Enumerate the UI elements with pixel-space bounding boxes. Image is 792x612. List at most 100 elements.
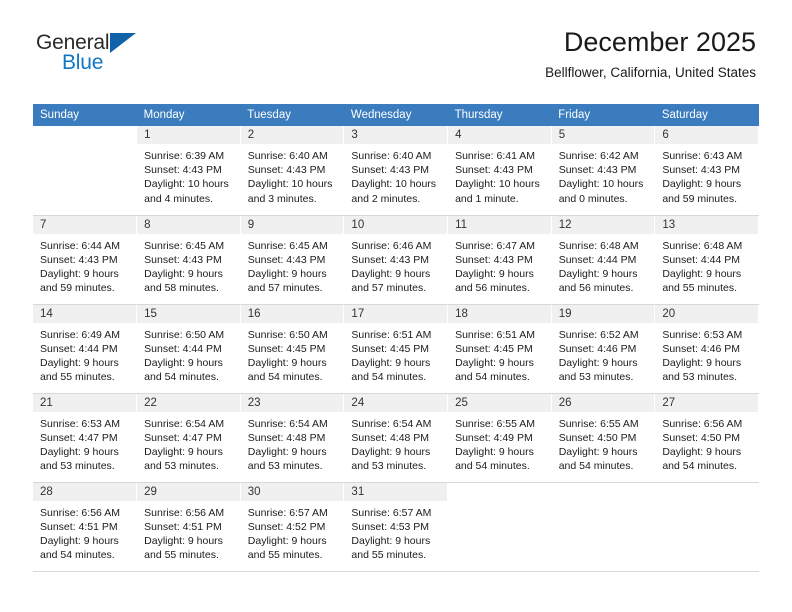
day-details: Sunrise: 6:45 AM Sunset: 4:43 PM Dayligh… <box>137 234 240 296</box>
day-cell[interactable]: 23 Sunrise: 6:54 AM Sunset: 4:48 PM Dayl… <box>240 393 345 483</box>
day-cell[interactable]: 27 Sunrise: 6:56 AM Sunset: 4:50 PM Dayl… <box>654 393 759 483</box>
daylight-text-line2: and 53 minutes. <box>144 460 219 473</box>
sunrise-text: Sunrise: 6:54 AM <box>351 417 432 430</box>
weekday-header-sunday: Sunday <box>33 104 137 126</box>
day-cell[interactable]: 5 Sunrise: 6:42 AM Sunset: 4:43 PM Dayli… <box>551 126 656 216</box>
sunrise-text: Sunrise: 6:56 AM <box>144 506 225 519</box>
sunrise-text: Sunrise: 6:54 AM <box>144 417 225 430</box>
daylight-text-line1: Daylight: 9 hours <box>247 445 327 458</box>
sunset-text: Sunset: 4:45 PM <box>247 342 326 355</box>
daylight-text-line2: and 54 minutes. <box>455 371 530 384</box>
day-cell[interactable]: 10 Sunrise: 6:46 AM Sunset: 4:43 PM Dayl… <box>343 215 449 305</box>
sunset-text: Sunset: 4:50 PM <box>558 431 637 444</box>
day-number: 27 <box>655 393 758 412</box>
day-cell[interactable]: 1 Sunrise: 6:39 AM Sunset: 4:43 PM Dayli… <box>136 126 241 216</box>
weekday-header-tuesday: Tuesday <box>240 104 344 126</box>
sunrise-text: Sunrise: 6:53 AM <box>662 328 743 341</box>
day-details: Sunrise: 6:40 AM Sunset: 4:43 PM Dayligh… <box>344 144 447 206</box>
day-number: 8 <box>137 215 240 234</box>
day-details: Sunrise: 6:53 AM Sunset: 4:46 PM Dayligh… <box>655 323 758 385</box>
daylight-text-line2: and 53 minutes. <box>662 371 738 384</box>
daylight-text-line1: Daylight: 9 hours <box>351 356 431 369</box>
day-cell[interactable]: 9 Sunrise: 6:45 AM Sunset: 4:43 PM Dayli… <box>240 215 345 305</box>
day-cell[interactable]: 18 Sunrise: 6:51 AM Sunset: 4:45 PM Dayl… <box>447 304 552 394</box>
day-number: 28 <box>33 482 137 501</box>
sunrise-text: Sunrise: 6:40 AM <box>351 150 432 162</box>
day-number: 24 <box>344 393 448 412</box>
sunrise-text: Sunrise: 6:48 AM <box>662 239 743 252</box>
brand-logo[interactable]: General Blue <box>36 32 156 80</box>
day-cell[interactable]: 6 Sunrise: 6:43 AM Sunset: 4:43 PM Dayli… <box>654 126 759 216</box>
daylight-text-line2: and 57 minutes. <box>247 282 323 295</box>
sunrise-text: Sunrise: 6:46 AM <box>351 239 432 252</box>
daylight-text-line1: Daylight: 9 hours <box>351 534 431 547</box>
sunset-text: Sunset: 4:43 PM <box>144 164 222 177</box>
day-cell[interactable]: 15 Sunrise: 6:50 AM Sunset: 4:44 PM Dayl… <box>136 304 241 394</box>
daylight-text-line2: and 55 minutes. <box>351 549 427 562</box>
day-details: Sunrise: 6:52 AM Sunset: 4:46 PM Dayligh… <box>552 323 655 385</box>
day-cell[interactable]: 12 Sunrise: 6:48 AM Sunset: 4:44 PM Dayl… <box>551 215 656 305</box>
day-details: Sunrise: 6:56 AM Sunset: 4:51 PM Dayligh… <box>137 501 240 563</box>
day-cell[interactable]: 16 Sunrise: 6:50 AM Sunset: 4:45 PM Dayl… <box>240 304 345 394</box>
day-details: Sunrise: 6:41 AM Sunset: 4:43 PM Dayligh… <box>448 144 551 206</box>
day-details: Sunrise: 6:50 AM Sunset: 4:44 PM Dayligh… <box>137 323 240 385</box>
day-cell[interactable]: 28 Sunrise: 6:56 AM Sunset: 4:51 PM Dayl… <box>33 482 138 572</box>
brand-name-general: General <box>36 31 110 54</box>
daylight-text-line2: and 54 minutes. <box>40 549 115 562</box>
daylight-text-line1: Daylight: 9 hours <box>455 267 534 280</box>
day-number: 13 <box>655 215 758 234</box>
day-cell[interactable]: 21 Sunrise: 6:53 AM Sunset: 4:47 PM Dayl… <box>33 393 138 483</box>
sunset-text: Sunset: 4:43 PM <box>558 164 637 177</box>
day-cell[interactable]: 19 Sunrise: 6:52 AM Sunset: 4:46 PM Dayl… <box>551 304 656 394</box>
sunset-text: Sunset: 4:43 PM <box>40 253 118 266</box>
day-cell[interactable]: 26 Sunrise: 6:55 AM Sunset: 4:50 PM Dayl… <box>551 393 656 483</box>
day-details: Sunrise: 6:54 AM Sunset: 4:47 PM Dayligh… <box>137 412 240 474</box>
sunrise-text: Sunrise: 6:52 AM <box>558 328 639 341</box>
day-details: Sunrise: 6:56 AM Sunset: 4:50 PM Dayligh… <box>655 412 758 474</box>
day-cell[interactable]: 3 Sunrise: 6:40 AM Sunset: 4:43 PM Dayli… <box>343 126 449 216</box>
day-cell[interactable]: 11 Sunrise: 6:47 AM Sunset: 4:43 PM Dayl… <box>447 215 552 305</box>
daylight-text-line1: Daylight: 9 hours <box>662 267 742 280</box>
sunset-text: Sunset: 4:53 PM <box>351 520 430 533</box>
day-cell[interactable]: 2 Sunrise: 6:40 AM Sunset: 4:43 PM Dayli… <box>240 126 345 216</box>
sunset-text: Sunset: 4:46 PM <box>558 342 637 355</box>
sunset-text: Sunset: 4:43 PM <box>455 164 533 177</box>
day-cell[interactable]: 30 Sunrise: 6:57 AM Sunset: 4:52 PM Dayl… <box>240 482 345 572</box>
day-cell[interactable]: 29 Sunrise: 6:56 AM Sunset: 4:51 PM Dayl… <box>136 482 241 572</box>
sunset-text: Sunset: 4:44 PM <box>662 253 740 266</box>
day-cell[interactable]: 4 Sunrise: 6:41 AM Sunset: 4:43 PM Dayli… <box>447 126 552 216</box>
day-cell[interactable]: 25 Sunrise: 6:55 AM Sunset: 4:49 PM Dayl… <box>447 393 552 483</box>
sunset-text: Sunset: 4:47 PM <box>40 431 118 444</box>
sunset-text: Sunset: 4:45 PM <box>455 342 533 355</box>
daylight-text-line1: Daylight: 9 hours <box>455 445 534 458</box>
day-number: 30 <box>240 482 344 501</box>
weekday-header-monday: Monday <box>136 104 241 126</box>
daylight-text-line1: Daylight: 10 hours <box>351 178 437 191</box>
day-details: Sunrise: 6:39 AM Sunset: 4:43 PM Dayligh… <box>137 144 240 206</box>
day-cell[interactable]: 8 Sunrise: 6:45 AM Sunset: 4:43 PM Dayli… <box>136 215 241 305</box>
day-number: 9 <box>240 215 344 234</box>
day-details: Sunrise: 6:49 AM Sunset: 4:44 PM Dayligh… <box>33 323 136 385</box>
day-number: 31 <box>344 482 448 501</box>
day-cell[interactable]: 14 Sunrise: 6:49 AM Sunset: 4:44 PM Dayl… <box>33 304 138 394</box>
day-details: Sunrise: 6:40 AM Sunset: 4:43 PM Dayligh… <box>241 144 344 206</box>
sunset-text: Sunset: 4:43 PM <box>455 253 533 266</box>
day-cell[interactable]: 24 Sunrise: 6:54 AM Sunset: 4:48 PM Dayl… <box>343 393 449 483</box>
day-cell[interactable]: 7 Sunrise: 6:44 AM Sunset: 4:43 PM Dayli… <box>33 215 138 305</box>
daylight-text-line1: Daylight: 9 hours <box>455 356 534 369</box>
day-cell[interactable]: 20 Sunrise: 6:53 AM Sunset: 4:46 PM Dayl… <box>654 304 759 394</box>
daylight-text-line2: and 55 minutes. <box>144 549 219 562</box>
day-number: 2 <box>240 126 344 144</box>
daylight-text-line2: and 53 minutes. <box>247 460 323 473</box>
calendar-week-row: 21 Sunrise: 6:53 AM Sunset: 4:47 PM Dayl… <box>33 393 759 483</box>
day-cell[interactable]: 13 Sunrise: 6:48 AM Sunset: 4:44 PM Dayl… <box>654 215 759 305</box>
day-cell[interactable]: 31 Sunrise: 6:57 AM Sunset: 4:53 PM Dayl… <box>343 482 449 572</box>
sunset-text: Sunset: 4:48 PM <box>247 431 326 444</box>
daylight-text-line1: Daylight: 9 hours <box>558 356 638 369</box>
day-cell[interactable]: 22 Sunrise: 6:54 AM Sunset: 4:47 PM Dayl… <box>136 393 241 483</box>
day-number: 21 <box>33 393 137 412</box>
sunset-text: Sunset: 4:49 PM <box>455 431 533 444</box>
calendar-body: 1 Sunrise: 6:39 AM Sunset: 4:43 PM Dayli… <box>33 126 759 572</box>
day-cell[interactable]: 17 Sunrise: 6:51 AM Sunset: 4:45 PM Dayl… <box>343 304 449 394</box>
day-number: 12 <box>551 215 655 234</box>
